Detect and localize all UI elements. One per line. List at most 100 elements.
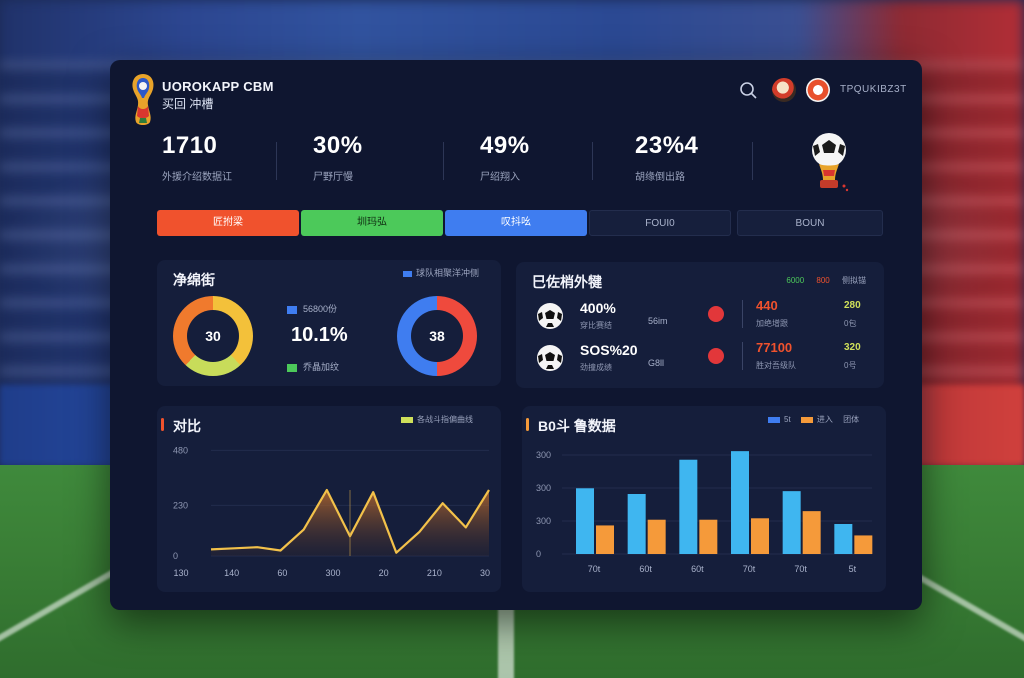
bar — [751, 518, 769, 554]
legend-label: 800 — [816, 276, 830, 285]
soccer-ball-icon — [537, 345, 563, 371]
list-item[interactable]: SOS%20 劲撞成绩 G8ll 77100 胜对吾级队 320 0号 — [532, 338, 872, 378]
x-tick-label: 60t — [691, 564, 704, 574]
panel-legend: 球队相聚洋冲侧 — [403, 266, 479, 279]
tab-3[interactable]: 叹抖吆 — [445, 210, 587, 236]
tab-bar: 匠拊梁 圳玛弘 叹抖吆 FOUI0 BOUN — [157, 210, 883, 236]
donut-panel: 净绵街 球队相聚洋冲侧 30 56800份 10.1% 乔晶加纹 38 — [157, 260, 501, 386]
legend-label: 侧拟锚 — [842, 276, 866, 285]
key-label: 56800份 — [303, 304, 338, 314]
pitch-line — [498, 600, 514, 678]
legend-swatch — [403, 270, 412, 277]
row-side-value: 280 — [844, 300, 861, 311]
divider — [752, 142, 753, 180]
stat-value: 23%4 — [635, 132, 699, 159]
bar — [679, 459, 698, 554]
area-chart: 0 230 480 130 140 60 300 20 210 30 — [173, 445, 490, 578]
user-label[interactable]: TPQUKIBZ3T — [840, 84, 907, 95]
bar-chart: 0 300 300 300 70t 60t 60t 70t 70t 5t — [536, 450, 873, 574]
match-list-panel: 巳佐梢外犍 6000 800 侧拟锚 400% 穿比赛结 56im 440 加绝… — [516, 262, 884, 388]
row-value: 400% — [580, 300, 616, 316]
y-tick-label: 480 — [173, 445, 188, 455]
y-tick-label: 230 — [173, 500, 188, 510]
bar-chart-panel: B0斗 鲁数据 5t 进入 团体 0 300 300 300 70t 60t 60t 70t 7… — [522, 406, 886, 592]
x-tick-label: 210 — [427, 568, 442, 578]
list-item[interactable]: 400% 穿比赛结 56im 440 加绝增跟 280 0包 — [532, 296, 872, 336]
stat-card: 1710 外援介绍数据讧 — [162, 132, 302, 183]
tab-5[interactable]: BOUN — [737, 210, 883, 236]
player-avatar[interactable] — [772, 78, 796, 102]
bar — [576, 488, 594, 554]
status-dot — [708, 306, 724, 322]
bar — [627, 494, 646, 554]
bar — [854, 535, 873, 554]
row-odds: 440 — [756, 298, 778, 313]
stat-label: 胡缘倒出路 — [635, 172, 685, 183]
stat-label: 尸野厅慢 — [313, 172, 353, 183]
x-tick-label: 20 — [379, 568, 389, 578]
row-stat: G8ll — [648, 358, 665, 368]
bar — [647, 519, 666, 554]
divider — [742, 300, 743, 328]
stat-value: 1710 — [162, 132, 218, 159]
divider — [443, 142, 444, 180]
stat-card: 30% 尸野厅慢 — [313, 132, 453, 183]
row-odds: 77100 — [756, 340, 793, 355]
y-tick-label: 300 — [536, 450, 551, 460]
divider — [592, 142, 593, 180]
row-sublabel: 穿比赛结 — [580, 321, 612, 330]
soccer-ball-icon — [537, 303, 563, 329]
bar — [699, 519, 718, 554]
x-tick-label: 70t — [743, 564, 756, 574]
bar — [596, 525, 614, 554]
panel-legend: 6000 800 侧拟锚 — [776, 275, 866, 286]
tab-4[interactable]: FOUI0 — [589, 210, 731, 236]
app-subtitle: 买回 冲槽 — [162, 97, 214, 111]
y-tick-label: 300 — [536, 483, 551, 493]
x-tick-label: 30 — [480, 568, 490, 578]
key-green: 乔晶加纹 — [287, 360, 339, 373]
trophy-ball-icon — [812, 133, 849, 192]
key-blue: 56800份 — [287, 302, 337, 315]
world-cup-logo-icon — [132, 74, 154, 125]
stat-card: 49% 尸绍翔入 — [480, 132, 620, 183]
x-tick-label: 5t — [849, 564, 857, 574]
stat-card: 23%4 胡缘倒出路 — [635, 132, 775, 183]
x-tick-label: 140 — [224, 568, 239, 578]
legend-label: 球队相聚洋冲侧 — [416, 268, 480, 278]
donut-chart-right: 38 — [397, 296, 477, 376]
search-icon[interactable] — [738, 80, 758, 100]
panel-title: 净绵街 — [173, 272, 215, 288]
donut-value: 38 — [411, 310, 463, 362]
status-dot — [708, 348, 724, 364]
tab-2[interactable]: 圳玛弘 — [301, 210, 443, 236]
bar — [834, 524, 853, 554]
x-tick-label: 70t — [588, 564, 601, 574]
row-stat: 56im — [648, 316, 668, 326]
x-tick-label: 60 — [277, 568, 287, 578]
stats-row: 1710 外援介绍数据讧 30% 尸野厅慢 49% 尸绍翔入 23%4 胡缘倒出… — [110, 132, 922, 192]
center-value: 10.1% — [291, 324, 348, 346]
row-sublabel: 劲撞成绩 — [580, 363, 612, 372]
row-side-value: 320 — [844, 342, 861, 353]
x-tick-label: 70t — [794, 564, 807, 574]
x-tick-label: 300 — [325, 568, 340, 578]
stat-label: 外援介绍数据讧 — [162, 172, 232, 183]
row-odds-label: 胜对吾级队 — [756, 361, 796, 370]
stat-label: 尸绍翔入 — [480, 172, 520, 183]
divider — [276, 142, 277, 180]
y-tick-label: 0 — [173, 551, 178, 561]
donut-chart-left: 30 — [173, 296, 253, 376]
tab-1[interactable]: 匠拊梁 — [157, 210, 299, 236]
ball-avatar[interactable] — [806, 78, 830, 102]
panel-title: 巳佐梢外犍 — [532, 274, 602, 290]
line-chart-panel: 对比 各战斗指偏曲线 0 230 480 130 140 60 300 20 210 30 — [157, 406, 501, 592]
header: UOROKAPP CBM 买回 冲槽 TPQUKIBZ3T — [110, 60, 922, 125]
row-odds-label: 加绝增跟 — [756, 319, 788, 328]
key-label: 乔晶加纹 — [303, 362, 340, 372]
row-value: SOS%20 — [580, 342, 638, 358]
app-title: UOROKAPP CBM — [162, 79, 274, 94]
legend-label: 6000 — [786, 276, 805, 285]
legend-swatch — [287, 363, 297, 372]
row-side-label: 0号 — [844, 361, 857, 370]
